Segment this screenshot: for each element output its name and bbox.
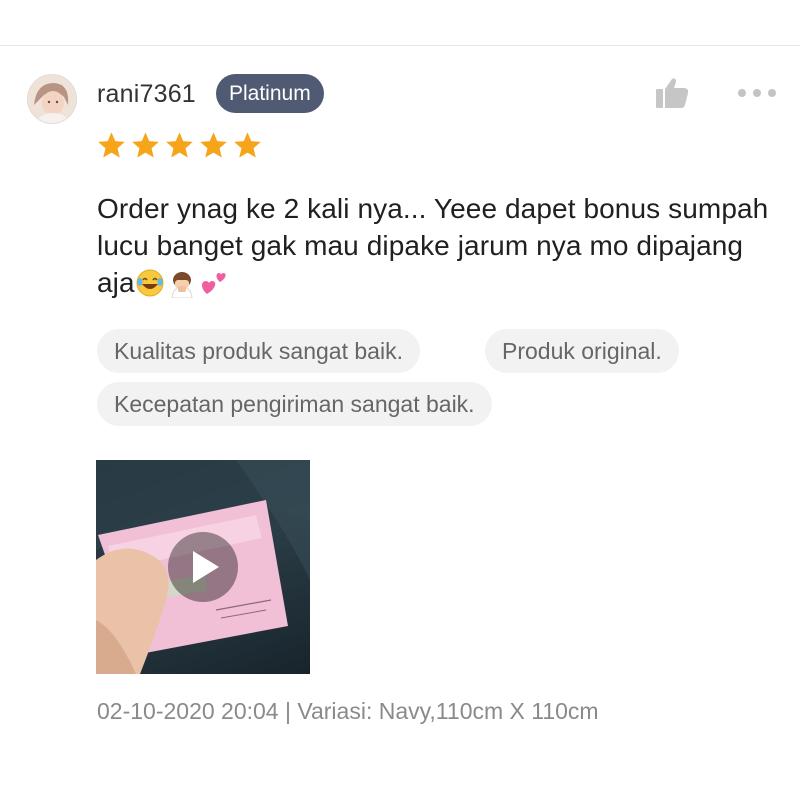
- top-divider: [0, 45, 800, 46]
- avatar[interactable]: [27, 74, 77, 124]
- review-meta: 02-10-2020 20:04 | Variasi: Navy,110cm X…: [97, 698, 599, 724]
- more-options-button[interactable]: [737, 86, 777, 98]
- two-hearts-emoji: [199, 268, 229, 298]
- tag-chip-quality[interactable]: Kualitas produk sangat baik.: [97, 329, 420, 373]
- tag-chip-delivery[interactable]: Kecepatan pengiriman sangat baik.: [97, 382, 492, 426]
- more-options-icon: [738, 89, 776, 97]
- star-icon: [234, 132, 261, 158]
- play-icon: [168, 532, 238, 602]
- star-icon: [98, 132, 125, 158]
- thumbs-up-icon: [656, 78, 689, 108]
- star-icon: [200, 132, 227, 158]
- tier-badge: Platinum: [216, 74, 324, 113]
- person-bowing-emoji: [167, 268, 197, 299]
- star-rating: [96, 130, 263, 161]
- star-icon: [132, 132, 159, 158]
- tag-chip-original[interactable]: Produk original.: [485, 329, 679, 373]
- review-video-thumbnail[interactable]: [96, 460, 310, 674]
- reviewer-username: rani7361: [97, 80, 196, 108]
- star-icon: [166, 132, 193, 158]
- review-text: Order ynag ke 2 kali nya... Yeee dapet b…: [97, 190, 777, 301]
- like-button[interactable]: [654, 76, 690, 110]
- rolling-laughing-face-emoji: [135, 268, 165, 298]
